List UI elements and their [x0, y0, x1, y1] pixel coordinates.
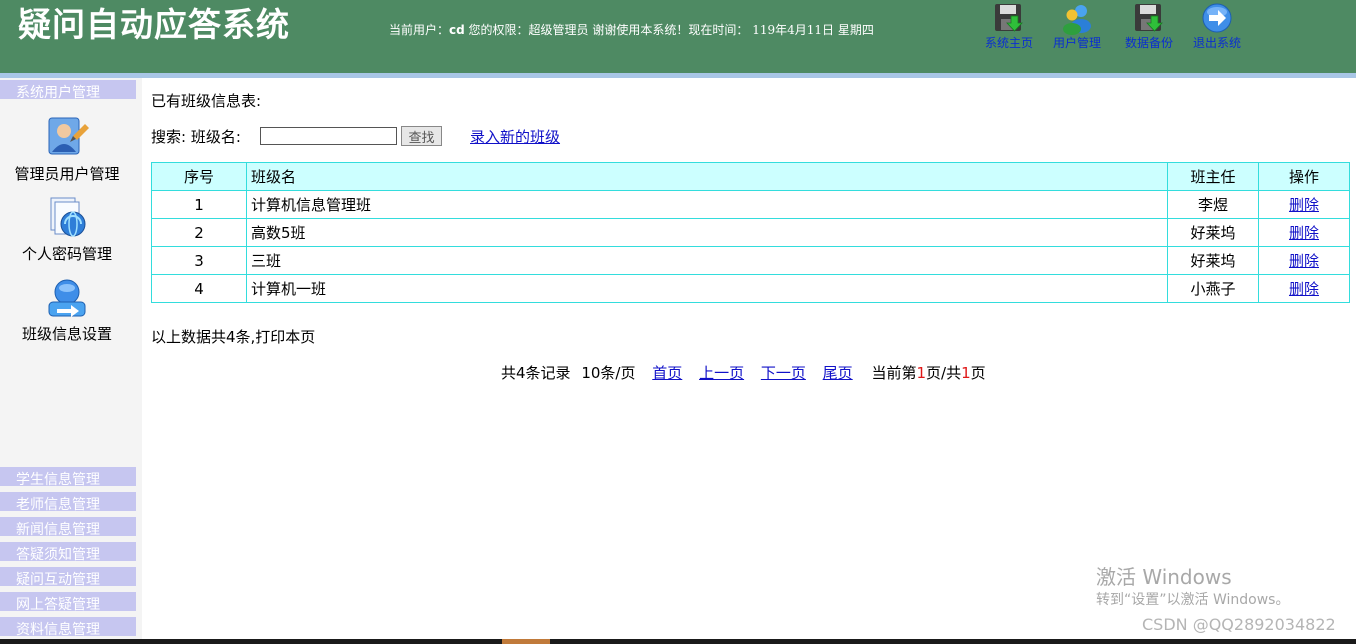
password-doc-icon — [50, 197, 86, 237]
role-text: 您的权限：超级管理员 谢谢使用本系统！现在时间： — [468, 23, 749, 37]
nav-data-backup[interactable]: 数据备份 — [1125, 2, 1173, 50]
cell-class-name: 计算机信息管理班 — [246, 190, 1168, 219]
status-prefix: 当前用户： — [389, 23, 450, 37]
cell-operation: 删除 — [1258, 246, 1350, 275]
table-row: 2 高数5班 好莱坞 删除 — [151, 218, 1350, 247]
pager-current: 当前第1页/共1页 — [871, 364, 985, 382]
pager-first-link[interactable]: 首页 — [652, 364, 682, 382]
sidebar-group-notice[interactable]: 答疑须知管理 — [0, 542, 136, 561]
cell-operation: 删除 — [1258, 190, 1350, 219]
header-teacher: 班主任 — [1167, 162, 1259, 191]
sidebar-group-online-answer[interactable]: 网上答疑管理 — [0, 592, 136, 611]
disk-save-icon — [1135, 4, 1163, 32]
cell-teacher: 好莱坞 — [1167, 246, 1259, 275]
current-user: cd — [449, 23, 465, 37]
app-title: 疑问自动应答系统 — [18, 5, 290, 44]
taskbar-edge — [0, 639, 1356, 644]
sidebar-group-materials[interactable]: 资料信息管理 — [0, 617, 136, 636]
class-table: 序号 班级名 班主任 操作 1 计算机信息管理班 李煜 删除 2 高数5班 好莱… — [151, 162, 1350, 303]
search-button[interactable]: 查找 — [401, 126, 442, 146]
sidebar-item-class-settings[interactable]: 班级信息设置 — [0, 276, 134, 344]
table-row: 3 三班 好莱坞 删除 — [151, 246, 1350, 275]
cell-class-name: 高数5班 — [246, 218, 1168, 247]
pager-per-page: 10条/页 — [581, 364, 636, 382]
windows-activation-hint: 转到“设置”以激活 Windows。 — [1096, 592, 1290, 608]
disk-save-icon — [995, 4, 1023, 32]
cell-teacher: 李煜 — [1167, 190, 1259, 219]
nav-logout[interactable]: 退出系统 — [1193, 2, 1241, 50]
add-class-link[interactable]: 录入新的班级 — [470, 126, 560, 147]
current-datetime: 119年4月11日 星期四 — [752, 23, 874, 37]
delete-link[interactable]: 删除 — [1289, 196, 1319, 214]
pager-prev-link[interactable]: 上一页 — [699, 364, 744, 382]
pager-next-link[interactable]: 下一页 — [761, 364, 806, 382]
class-name-search-input[interactable] — [260, 127, 397, 145]
sidebar-item-class-settings-label: 班级信息设置 — [21, 325, 112, 343]
cell-no: 1 — [151, 190, 247, 219]
nav-home[interactable]: 系统主页 — [985, 2, 1033, 50]
header-operation: 操作 — [1258, 162, 1350, 191]
delete-link[interactable]: 删除 — [1289, 252, 1319, 270]
cell-teacher: 好莱坞 — [1167, 218, 1259, 247]
sidebar-group-student[interactable]: 学生信息管理 — [0, 467, 136, 486]
cell-class-name: 三班 — [246, 246, 1168, 275]
pagination: 共4条记录 10条/页 首页 上一页 下一页 尾页 当前第1页/共1页 — [501, 362, 986, 383]
table-header-row: 序号 班级名 班主任 操作 — [151, 162, 1350, 191]
header-divider — [0, 73, 1356, 78]
pager-current-page: 1 — [916, 364, 927, 382]
nav-data-backup-label: 数据备份 — [1125, 36, 1174, 50]
page-heading: 已有班级信息表: — [151, 92, 262, 110]
sidebar-group-question[interactable]: 疑问互动管理 — [0, 567, 136, 586]
cell-teacher: 小燕子 — [1167, 274, 1259, 303]
record-summary: 以上数据共4条,打印本页 — [151, 328, 316, 346]
sidebar-item-admin-users-label: 管理员用户管理 — [14, 165, 120, 183]
csdn-watermark: CSDN @QQ2892034822 — [1142, 615, 1336, 634]
cell-no: 3 — [151, 246, 247, 275]
sidebar-group-system-users[interactable]: 系统用户管理 — [0, 80, 136, 99]
sidebar-group-teacher[interactable]: 老师信息管理 — [0, 492, 136, 511]
cell-operation: 删除 — [1258, 274, 1350, 303]
header-class-name: 班级名 — [246, 162, 1168, 191]
admin-user-icon — [48, 117, 89, 155]
status-line: 当前用户：cd 您的权限：超级管理员 谢谢使用本系统！现在时间： 119年4月1… — [389, 21, 874, 38]
cell-no: 2 — [151, 218, 247, 247]
pager-cur-suffix: 页 — [970, 364, 986, 382]
pager-total-pages: 1 — [961, 364, 971, 382]
pager-cur-mid: 页/共 — [926, 364, 962, 382]
nav-home-label: 系统主页 — [985, 36, 1034, 50]
sidebar-item-admin-users[interactable]: 管理员用户管理 — [0, 116, 134, 184]
sidebar: 系统用户管理 管理员用户管理 个人密码管理 班级信息设置 学生信息管理 老师信息… — [0, 78, 142, 644]
nav-user-manage[interactable]: 用户管理 — [1053, 2, 1101, 50]
pager-total: 共4条记录 — [501, 364, 571, 382]
sidebar-item-password-label: 个人密码管理 — [21, 245, 112, 263]
nav-user-manage-label: 用户管理 — [1053, 36, 1102, 50]
header-bar: 疑问自动应答系统 当前用户：cd 您的权限：超级管理员 谢谢使用本系统！现在时间… — [0, 0, 1356, 73]
table-row: 1 计算机信息管理班 李煜 删除 — [151, 190, 1350, 219]
sidebar-item-password[interactable]: 个人密码管理 — [0, 196, 134, 264]
class-setting-icon — [48, 279, 86, 317]
cell-operation: 删除 — [1258, 218, 1350, 247]
pager-cur-prefix: 当前第 — [871, 364, 917, 382]
arrow-exit-icon — [1202, 3, 1232, 33]
sidebar-group-news[interactable]: 新闻信息管理 — [0, 517, 136, 536]
cell-no: 4 — [151, 274, 247, 303]
search-label: 搜索: 班级名: — [151, 128, 241, 146]
taskbar-highlight — [502, 639, 550, 644]
nav-logout-label: 退出系统 — [1193, 36, 1242, 50]
cell-class-name: 计算机一班 — [246, 274, 1168, 303]
users-icon — [1063, 5, 1091, 35]
windows-activation-title: 激活 Windows — [1096, 565, 1232, 589]
delete-link[interactable]: 删除 — [1289, 224, 1319, 242]
pager-last-link[interactable]: 尾页 — [823, 364, 853, 382]
header-no: 序号 — [151, 162, 247, 191]
delete-link[interactable]: 删除 — [1289, 280, 1319, 298]
table-row: 4 计算机一班 小燕子 删除 — [151, 274, 1350, 303]
